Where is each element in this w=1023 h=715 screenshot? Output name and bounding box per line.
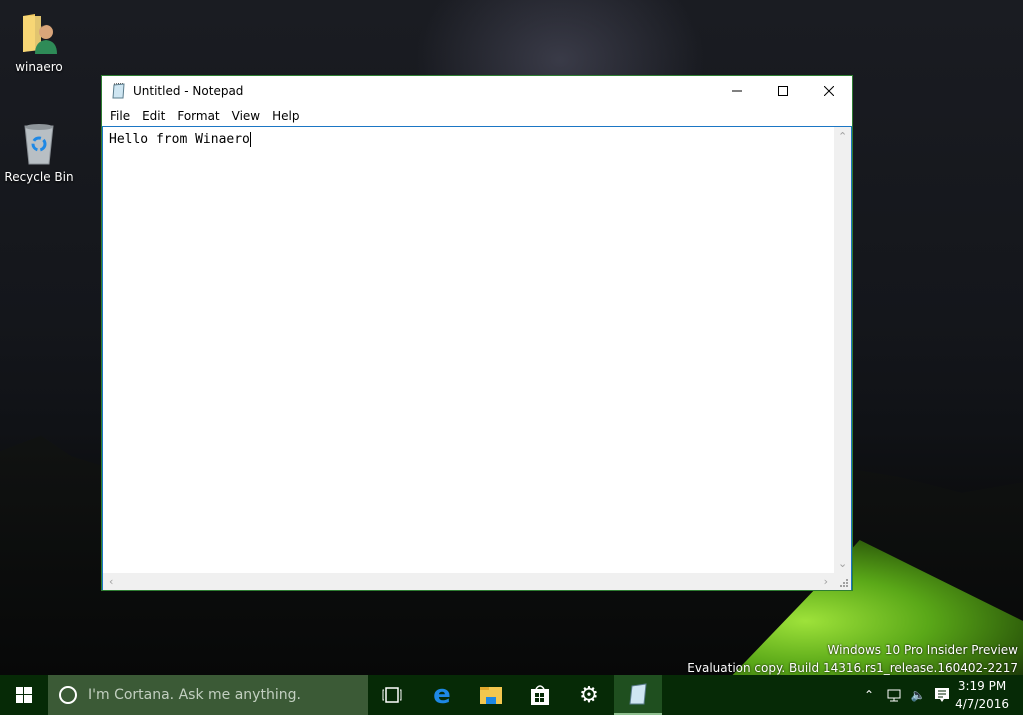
scroll-left-arrow-icon[interactable]: ‹ xyxy=(109,576,113,587)
store-button[interactable] xyxy=(516,675,564,715)
user-folder-icon xyxy=(19,12,59,56)
file-explorer-button[interactable] xyxy=(467,675,515,715)
network-button[interactable] xyxy=(883,675,905,715)
clock[interactable]: 3:19 PM 4/7/2016 xyxy=(955,677,1009,713)
watermark-line-1: Windows 10 Pro Insider Preview xyxy=(827,643,1018,657)
desktop-icon-label: winaero xyxy=(15,60,63,74)
network-icon xyxy=(887,689,901,702)
maximize-icon xyxy=(778,86,788,96)
horizontal-scrollbar[interactable]: ‹ › xyxy=(103,573,834,590)
scroll-down-arrow-icon[interactable]: ⌄ xyxy=(838,558,847,569)
chevron-up-icon: ⌃ xyxy=(863,688,875,702)
store-icon xyxy=(531,685,549,705)
start-button[interactable] xyxy=(0,675,48,715)
taskbar: I'm Cortana. Ask me anything. e ⚙ ⌃ 🔈 3:… xyxy=(0,675,1023,715)
maximize-button[interactable] xyxy=(760,76,806,106)
minimize-icon xyxy=(732,90,742,92)
volume-button[interactable]: 🔈 xyxy=(907,675,929,715)
scroll-right-arrow-icon[interactable]: › xyxy=(824,576,828,587)
notepad-icon xyxy=(111,82,127,99)
close-button[interactable] xyxy=(806,76,852,106)
menu-edit[interactable]: Edit xyxy=(136,109,171,123)
desktop-icon-winaero[interactable]: winaero xyxy=(1,12,77,74)
menu-bar: File Edit Format View Help xyxy=(102,106,852,126)
menu-file[interactable]: File xyxy=(104,109,136,123)
settings-button[interactable]: ⚙ xyxy=(565,675,613,715)
notification-icon xyxy=(935,688,949,702)
gear-icon: ⚙ xyxy=(579,682,599,708)
desktop-icon-recycle-bin[interactable]: Recycle Bin xyxy=(1,122,77,184)
desktop-icon-label: Recycle Bin xyxy=(4,170,74,184)
title-bar[interactable]: Untitled - Notepad xyxy=(102,76,852,106)
recycle-bin-icon xyxy=(19,122,59,166)
notepad-taskbar-button[interactable] xyxy=(614,675,662,715)
search-placeholder: I'm Cortana. Ask me anything. xyxy=(88,687,301,703)
file-explorer-icon xyxy=(480,687,502,704)
editor-content: Hello from Winaero xyxy=(109,132,250,147)
show-hidden-icons-button[interactable]: ⌃ xyxy=(858,675,880,715)
window-title: Untitled - Notepad xyxy=(133,84,244,98)
notepad-window[interactable]: Untitled - Notepad File Edit Format View… xyxy=(101,75,853,591)
windows-logo-icon xyxy=(16,687,32,703)
clock-time: 3:19 PM xyxy=(957,679,1007,693)
minimize-button[interactable] xyxy=(714,76,760,106)
notepad-icon xyxy=(629,683,647,705)
resize-grip-icon[interactable] xyxy=(834,573,851,590)
task-view-icon xyxy=(382,687,402,703)
menu-view[interactable]: View xyxy=(226,109,266,123)
edge-icon: e xyxy=(433,680,451,710)
action-center-button[interactable] xyxy=(931,675,953,715)
vertical-scrollbar[interactable]: ⌃ ⌄ xyxy=(834,127,851,573)
menu-format[interactable]: Format xyxy=(171,109,225,123)
task-view-button[interactable] xyxy=(368,675,416,715)
scroll-up-arrow-icon[interactable]: ⌃ xyxy=(838,131,847,142)
edge-button[interactable]: e xyxy=(418,675,466,715)
cortana-icon xyxy=(59,686,77,704)
cortana-search-box[interactable]: I'm Cortana. Ask me anything. xyxy=(48,675,368,715)
speaker-icon: 🔈 xyxy=(910,688,926,702)
close-icon xyxy=(824,86,834,96)
clock-date: 4/7/2016 xyxy=(955,697,1009,711)
text-editor[interactable]: Hello from Winaero ⌃ ⌄ ‹ › xyxy=(102,126,852,590)
build-watermark: Windows 10 Pro Insider Preview Evaluatio… xyxy=(687,641,1018,677)
menu-help[interactable]: Help xyxy=(266,109,305,123)
text-caret xyxy=(249,132,251,147)
